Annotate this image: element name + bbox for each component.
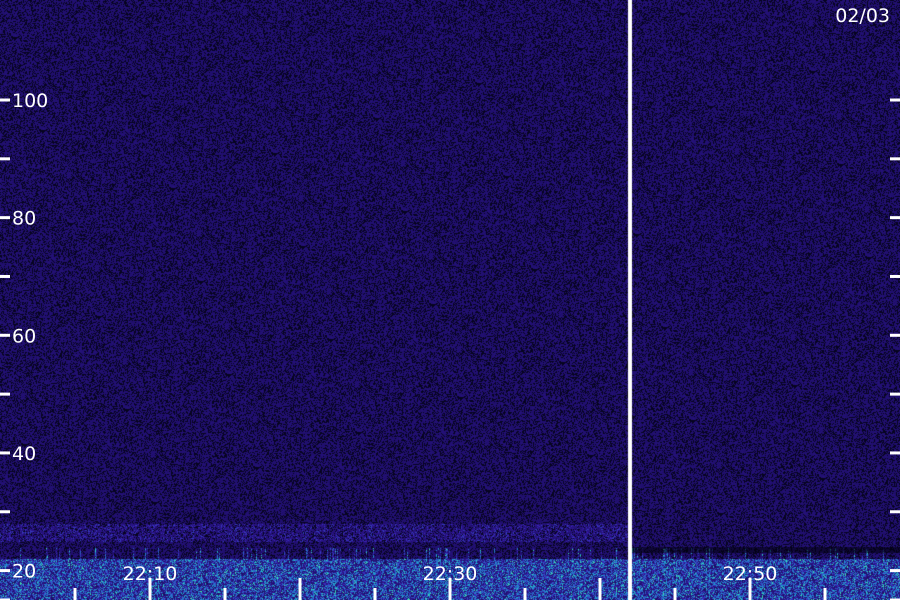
y-tick-label: 40: [12, 443, 36, 465]
y-tick-label: 20: [12, 561, 36, 583]
x-tick-label: 22:50: [723, 563, 778, 585]
x-tick-label: 22:10: [123, 563, 178, 585]
y-tick-label: 60: [12, 325, 36, 347]
axis-overlay: 100 80 60 40 20 22:10 22:30 22:50: [0, 90, 900, 600]
date-label: 02/03: [835, 5, 890, 27]
y-tick-label: 100: [12, 90, 48, 112]
x-tick-label: 22:30: [423, 563, 478, 585]
y-tick-label: 80: [12, 208, 36, 230]
spectrogram-chart: 100 80 60 40 20 22:10 22:30 22:50 02/03: [0, 0, 900, 600]
